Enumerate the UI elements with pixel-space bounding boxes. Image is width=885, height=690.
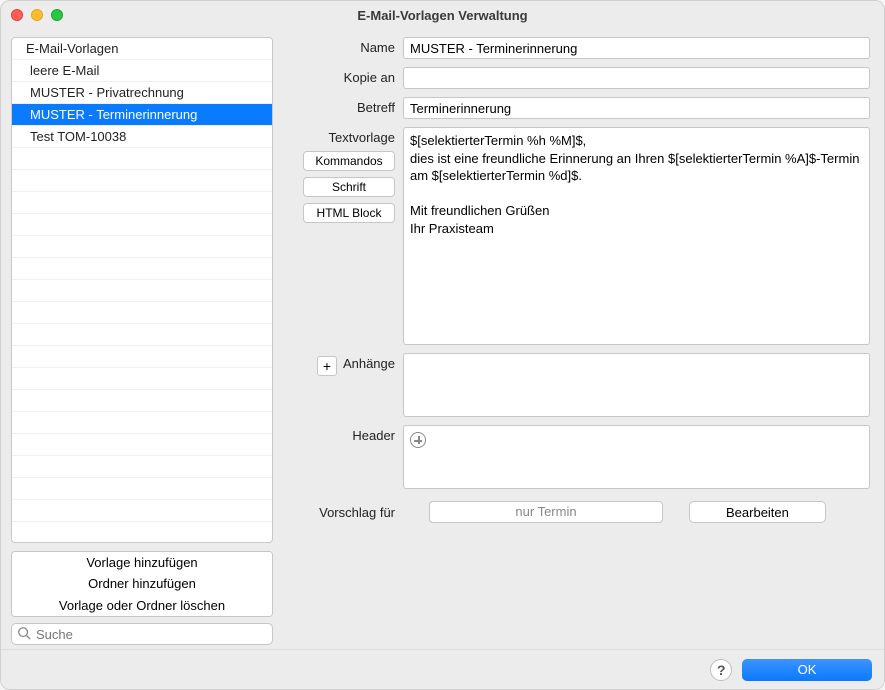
font-button[interactable]: Schrift xyxy=(303,177,395,197)
label-suggestion-for: Vorschlag für xyxy=(281,505,403,520)
footer: ? OK xyxy=(1,649,884,689)
row-text-template: Textvorlage Kommandos Schrift HTML Block xyxy=(281,127,870,345)
minimize-window-button[interactable] xyxy=(31,9,43,21)
tree-item[interactable]: Test TOM-10038 xyxy=(12,126,272,148)
label-text-template: Textvorlage xyxy=(329,130,395,145)
header-list[interactable] xyxy=(403,425,870,489)
search-wrap xyxy=(11,623,273,645)
sidebar-buttons: Vorlage hinzufügen Ordner hinzufügen Vor… xyxy=(11,551,273,617)
name-input[interactable] xyxy=(403,37,870,59)
template-tree-list[interactable]: E-Mail-Vorlagen leere E-Mail MUSTER - Pr… xyxy=(12,38,272,542)
row-copy-to: Kopie an xyxy=(281,67,870,89)
help-button[interactable]: ? xyxy=(710,659,732,681)
tree-item[interactable]: leere E-Mail xyxy=(12,60,272,82)
row-name: Name xyxy=(281,37,870,59)
window: E-Mail-Vorlagen Verwaltung E-Mail-Vorlag… xyxy=(0,0,885,690)
add-attachment-button[interactable]: + xyxy=(317,356,337,376)
row-suggestion: Vorschlag für nur Termin Bearbeiten xyxy=(281,501,870,523)
delete-button[interactable]: Vorlage oder Ordner löschen xyxy=(12,594,272,616)
label-subject: Betreff xyxy=(281,97,403,115)
row-header: Header xyxy=(281,425,870,489)
search-input[interactable] xyxy=(11,623,273,645)
add-header-icon[interactable] xyxy=(410,432,426,448)
html-block-button[interactable]: HTML Block xyxy=(303,203,395,223)
ok-button[interactable]: OK xyxy=(742,659,872,681)
text-template-textarea[interactable] xyxy=(403,127,870,345)
commands-button[interactable]: Kommandos xyxy=(303,151,395,171)
search-icon xyxy=(17,626,31,643)
zoom-window-button[interactable] xyxy=(51,9,63,21)
copy-to-input[interactable] xyxy=(403,67,870,89)
main-form: Name Kopie an Betreff Textvorlage xyxy=(281,37,874,645)
label-copy-to: Kopie an xyxy=(281,67,403,85)
suggestion-value: nur Termin xyxy=(429,501,663,523)
tree-empty-rows xyxy=(12,148,272,542)
attachments-list[interactable] xyxy=(403,353,870,417)
label-attachments: Anhänge xyxy=(343,356,395,371)
close-window-button[interactable] xyxy=(11,9,23,21)
tree-item[interactable]: MUSTER - Privatrechnung xyxy=(12,82,272,104)
add-template-button[interactable]: Vorlage hinzufügen xyxy=(12,552,272,574)
body: E-Mail-Vorlagen leere E-Mail MUSTER - Pr… xyxy=(1,29,884,649)
tree-folder[interactable]: E-Mail-Vorlagen xyxy=(12,38,272,60)
label-header: Header xyxy=(281,425,403,443)
sidebar: E-Mail-Vorlagen leere E-Mail MUSTER - Pr… xyxy=(11,37,273,645)
window-title: E-Mail-Vorlagen Verwaltung xyxy=(11,8,874,23)
row-attachments: + Anhänge xyxy=(281,353,870,417)
label-name: Name xyxy=(281,37,403,55)
add-folder-button[interactable]: Ordner hinzufügen xyxy=(12,573,272,595)
edit-suggestion-button[interactable]: Bearbeiten xyxy=(689,501,826,523)
subject-input[interactable] xyxy=(403,97,870,119)
row-subject: Betreff xyxy=(281,97,870,119)
tree-item-selected[interactable]: MUSTER - Terminerinnerung xyxy=(12,104,272,126)
titlebar: E-Mail-Vorlagen Verwaltung xyxy=(1,1,884,29)
template-tree: E-Mail-Vorlagen leere E-Mail MUSTER - Pr… xyxy=(11,37,273,543)
traffic-lights xyxy=(11,9,63,21)
